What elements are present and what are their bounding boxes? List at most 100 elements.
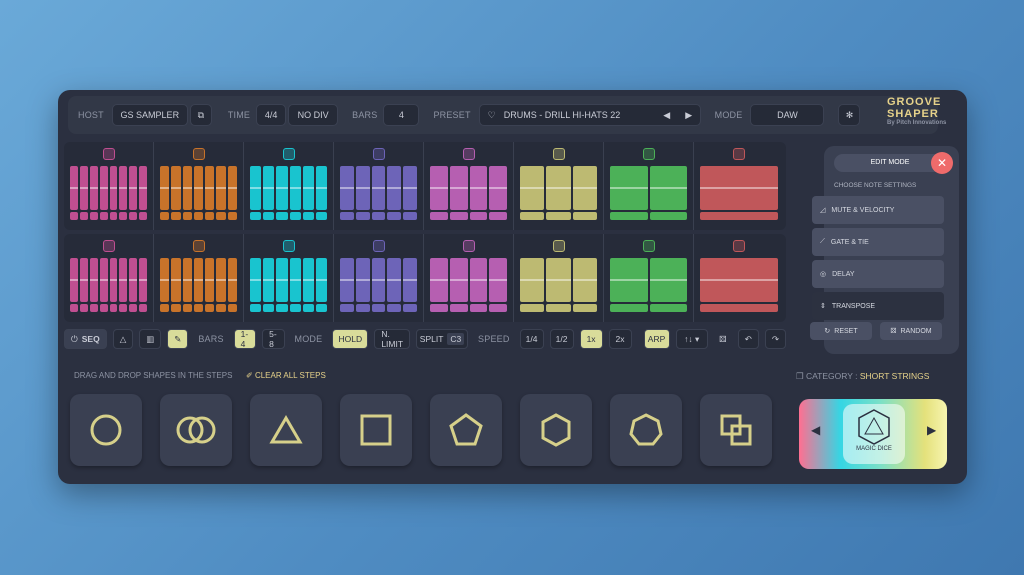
dice-small-icon[interactable]: ⚄ [714, 329, 732, 349]
step-segment[interactable] [514, 234, 604, 322]
step-bar[interactable] [520, 166, 545, 210]
step-bar[interactable] [250, 258, 262, 302]
step-bar[interactable] [99, 258, 108, 302]
seq-button[interactable]: ⏻ SEQ [64, 329, 107, 349]
speed-half-button[interactable]: 1/2 [549, 329, 574, 349]
step-bar[interactable] [340, 258, 354, 302]
step-bar[interactable] [302, 166, 314, 210]
speed-quarter-button[interactable]: 1/4 [519, 329, 544, 349]
step-bar[interactable] [387, 258, 402, 302]
step-bar[interactable] [355, 258, 370, 302]
step-bar[interactable] [250, 166, 262, 210]
step-bar[interactable] [160, 166, 170, 210]
step-bar[interactable] [610, 166, 648, 210]
step-bar[interactable] [193, 258, 204, 302]
option-gate-tie[interactable]: ⟋ GATE & TIE [812, 228, 944, 256]
time-signature[interactable]: 4/4 [256, 104, 287, 126]
option-transpose[interactable]: ⇕ TRANSPOSE [812, 292, 944, 320]
step-bar[interactable] [289, 258, 301, 302]
step-bar[interactable] [109, 166, 118, 210]
preset-box[interactable]: ♡ DRUMS - DRILL HI-HATS 22 ◀ ▶ [478, 104, 701, 126]
heptagon-shape-tile[interactable] [610, 394, 682, 466]
step-bar[interactable] [340, 166, 354, 210]
step-segment[interactable] [64, 142, 154, 230]
step-bar[interactable] [302, 258, 314, 302]
step-bar[interactable] [289, 166, 301, 210]
step-bar[interactable] [182, 258, 192, 302]
step-bar[interactable] [139, 166, 147, 210]
heart-icon[interactable]: ♡ [488, 110, 496, 121]
step-segment[interactable] [694, 234, 784, 322]
step-segment[interactable] [514, 142, 604, 230]
two-circles-shape-tile[interactable] [160, 394, 232, 466]
pentagon-shape-tile[interactable] [430, 394, 502, 466]
magic-dice-button[interactable]: MAGIC DICE [843, 404, 905, 464]
step-bar[interactable] [89, 258, 98, 302]
step-bar[interactable] [430, 258, 448, 302]
mode-select[interactable]: DAW [750, 104, 825, 126]
step-bar[interactable] [546, 258, 571, 302]
hold-button[interactable]: HOLD [332, 329, 369, 349]
step-bar[interactable] [99, 166, 108, 210]
step-bar[interactable] [79, 258, 88, 302]
step-bar[interactable] [263, 258, 275, 302]
step-bar[interactable] [449, 258, 468, 302]
step-bar[interactable] [315, 258, 328, 302]
step-bar[interactable] [70, 258, 78, 302]
step-bar[interactable] [546, 166, 571, 210]
step-bar[interactable] [182, 166, 192, 210]
step-segment[interactable] [244, 142, 334, 230]
step-bar[interactable] [520, 258, 545, 302]
dice-next-icon[interactable]: ▶ [927, 423, 936, 437]
square-shape-tile[interactable] [340, 394, 412, 466]
bars-tool-icon[interactable]: ▥ [139, 329, 162, 349]
step-bar[interactable] [171, 166, 181, 210]
random-button[interactable]: ⚄ RANDOM [880, 322, 942, 340]
step-segment[interactable] [424, 234, 514, 322]
step-bar[interactable] [216, 258, 226, 302]
step-segment[interactable] [334, 142, 424, 230]
step-bar[interactable] [89, 166, 98, 210]
speed-2x-button[interactable]: 2x [608, 329, 632, 349]
triangle-tool-icon[interactable]: △ [112, 329, 134, 349]
arp-button[interactable]: ARP [643, 329, 670, 349]
step-bar[interactable] [193, 166, 204, 210]
step-bar[interactable] [205, 258, 215, 302]
step-bar[interactable] [449, 166, 468, 210]
step-bar[interactable] [205, 166, 215, 210]
close-icon[interactable]: ✕ [931, 152, 953, 174]
step-bar[interactable] [160, 258, 170, 302]
step-segment[interactable] [154, 142, 244, 230]
step-segment[interactable] [334, 234, 424, 322]
bars-1-4-button[interactable]: 1-4 [233, 329, 257, 349]
category[interactable]: ❒ CATEGORY : SHORT STRINGS [796, 371, 929, 382]
clear-all-steps[interactable]: ✐ CLEAR ALL STEPS [246, 371, 326, 380]
step-segment[interactable] [244, 234, 334, 322]
step-bar[interactable] [403, 258, 417, 302]
circle-shape-tile[interactable] [70, 394, 142, 466]
split-button[interactable]: SPLIT C3 [416, 329, 469, 349]
step-bar[interactable] [371, 258, 386, 302]
arp-direction-select[interactable]: ↑↓ ▾ [675, 329, 708, 349]
step-bar[interactable] [387, 166, 402, 210]
step-bar[interactable] [129, 258, 138, 302]
reset-button[interactable]: ↻ RESET [810, 322, 872, 340]
step-bar[interactable] [119, 258, 128, 302]
bars-value[interactable]: 4 [383, 104, 420, 126]
step-bar[interactable] [469, 258, 488, 302]
step-bar[interactable] [403, 166, 417, 210]
step-bar[interactable] [227, 166, 237, 210]
step-bar[interactable] [109, 258, 118, 302]
step-segment[interactable] [154, 234, 244, 322]
step-bar[interactable] [119, 166, 128, 210]
step-segment[interactable] [424, 142, 514, 230]
triangle-shape-tile[interactable] [250, 394, 322, 466]
step-bar[interactable] [649, 166, 687, 210]
note-limit-button[interactable]: N. LIMIT [374, 329, 411, 349]
undo-icon[interactable]: ↶ [737, 329, 759, 349]
step-bar[interactable] [129, 166, 138, 210]
step-bar[interactable] [430, 166, 448, 210]
host-select[interactable]: GS SAMPLER [111, 104, 188, 126]
time-division-select[interactable]: NO DIV [288, 104, 339, 126]
step-bar[interactable] [572, 258, 597, 302]
